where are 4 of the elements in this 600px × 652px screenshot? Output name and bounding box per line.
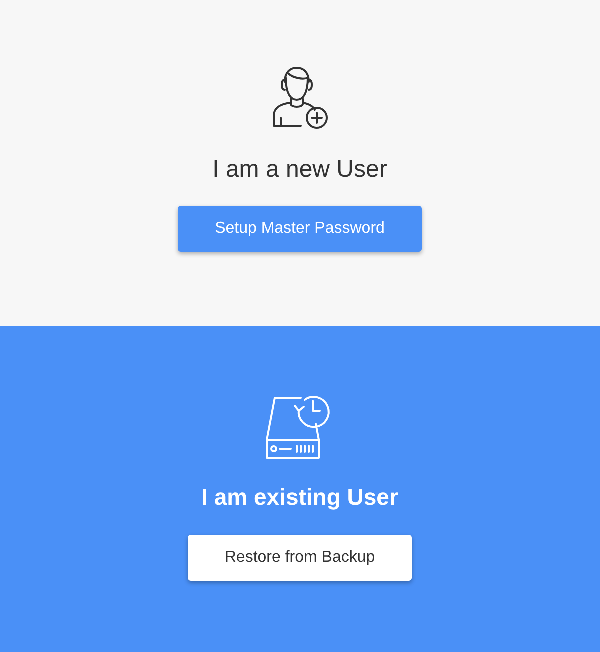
section-title: I am existing User <box>202 484 398 511</box>
action-button[interactable]: Restore from Backup <box>188 535 412 581</box>
user-add-icon <box>271 66 329 130</box>
section-title: I am a new User <box>212 156 388 184</box>
